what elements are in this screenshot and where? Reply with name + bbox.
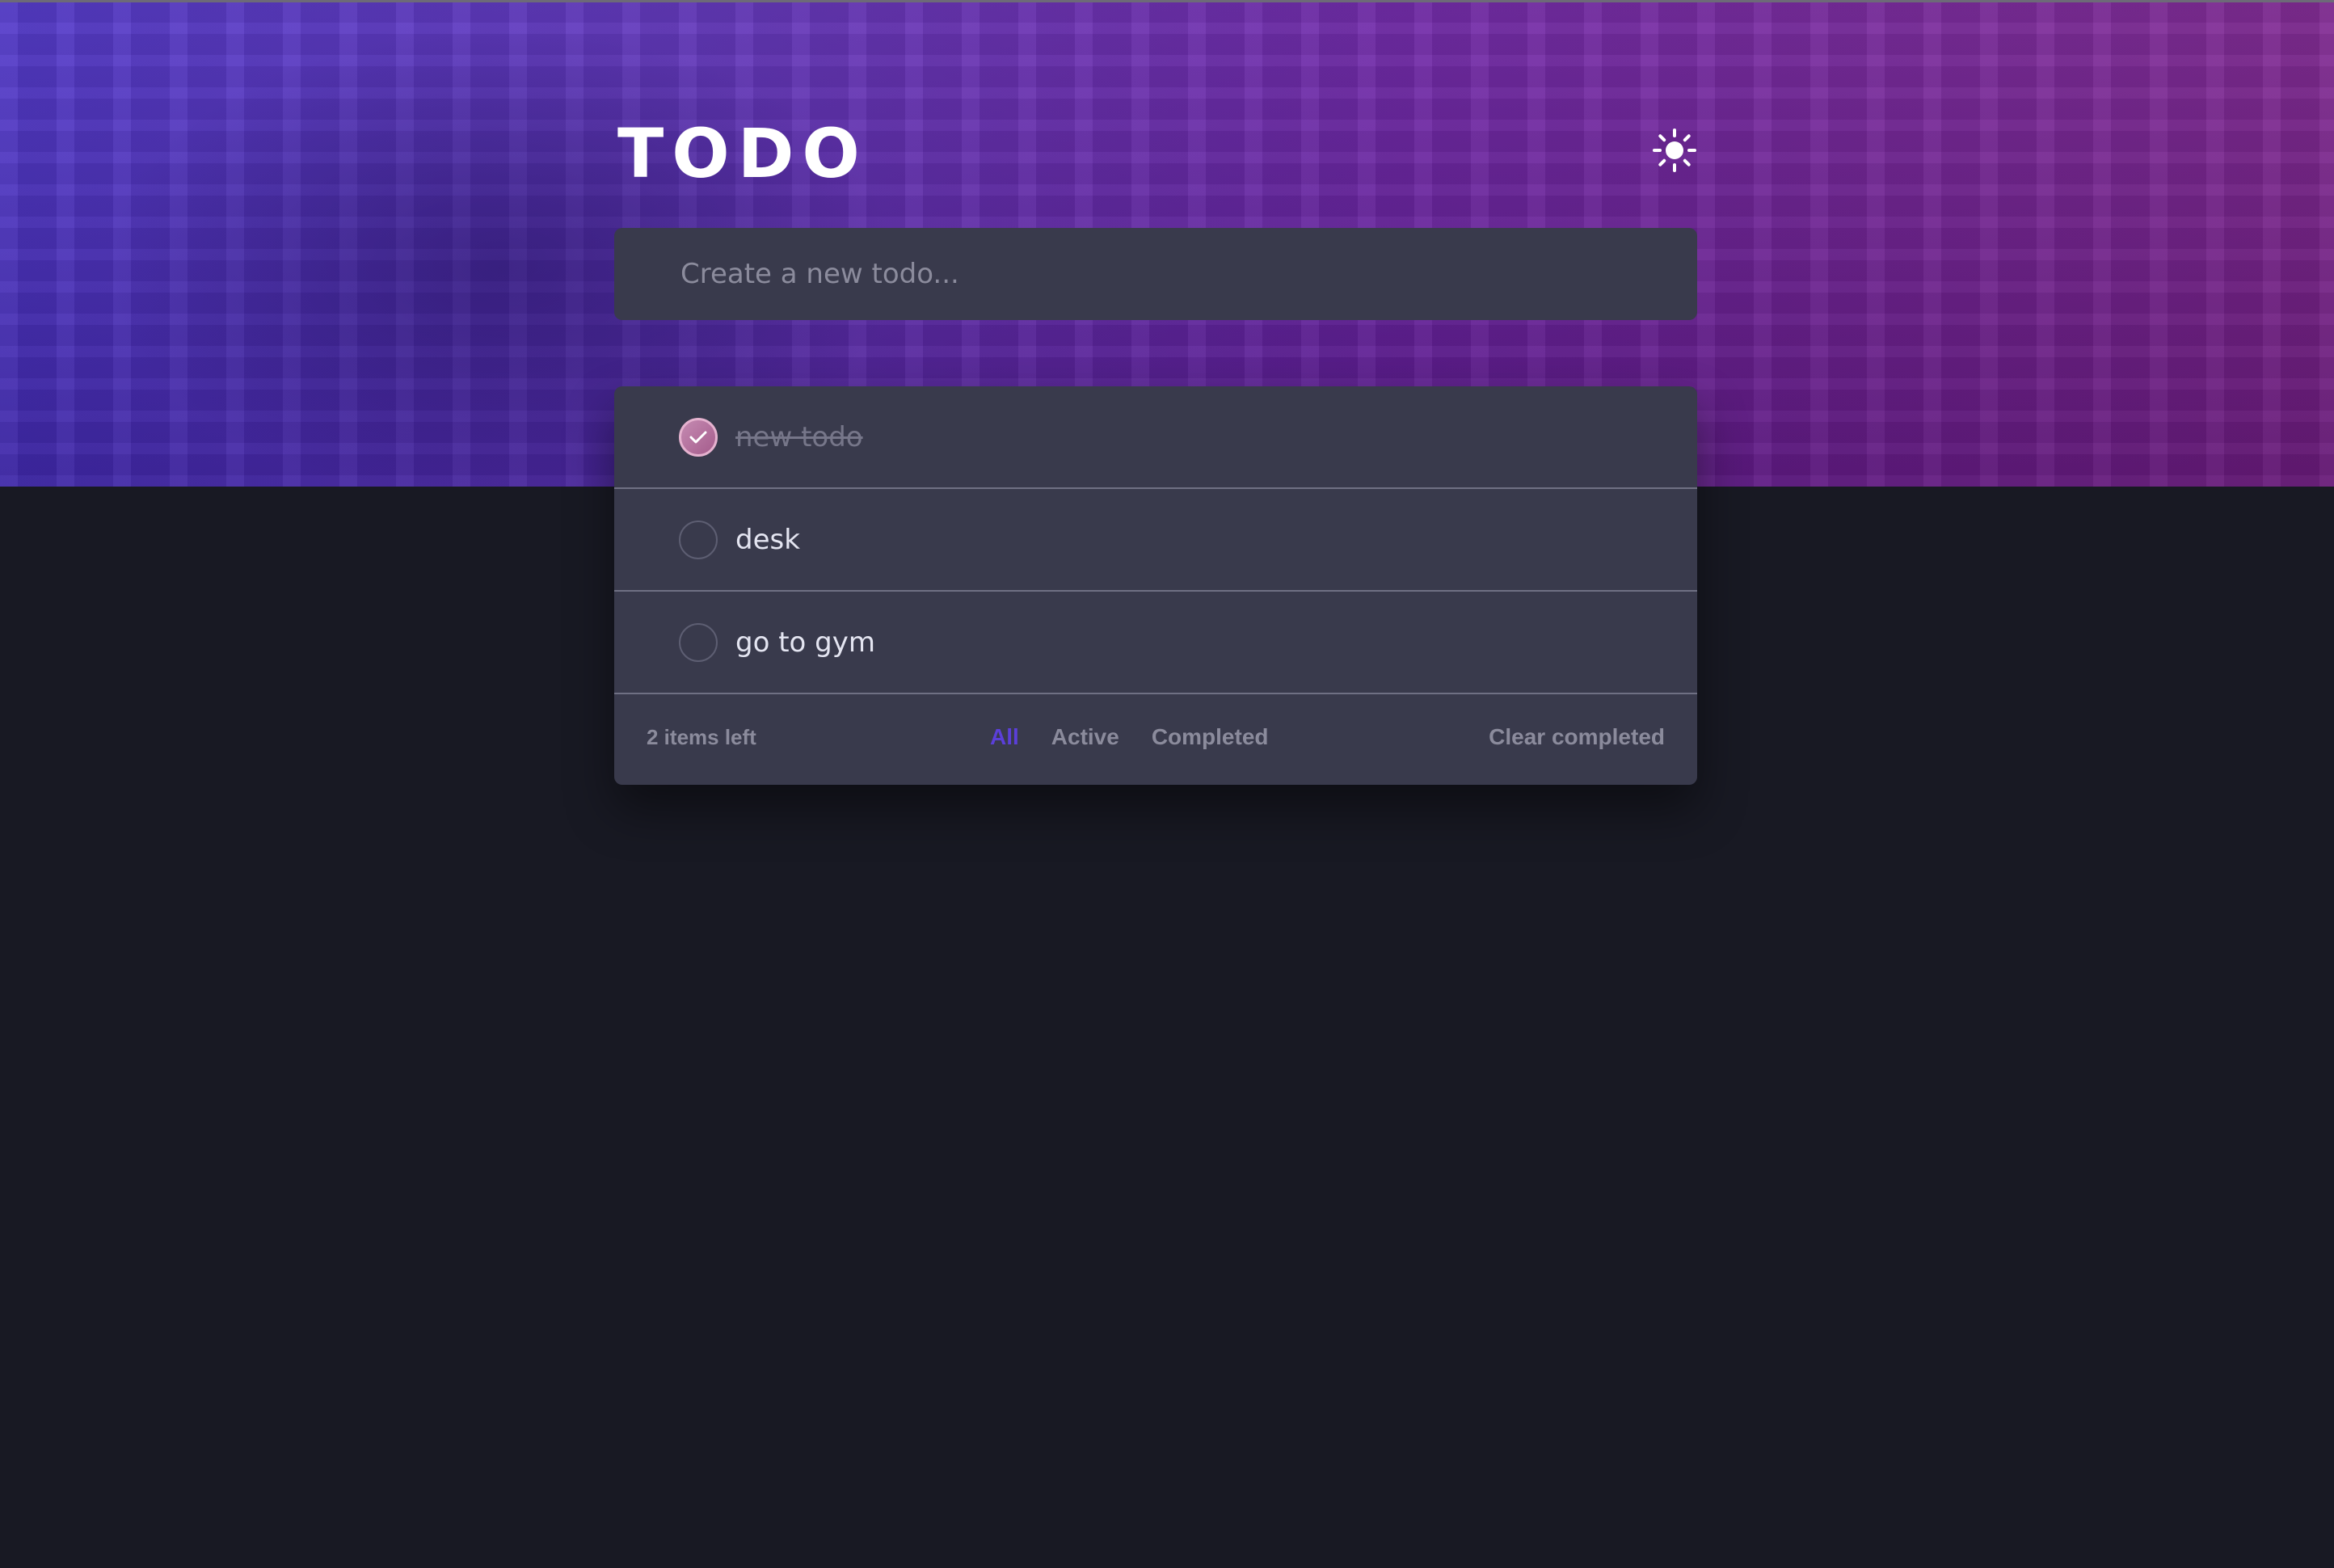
todo-text: go to gym	[735, 626, 875, 659]
clear-completed-button[interactable]: Clear completed	[1489, 724, 1665, 750]
app-title: TODO	[617, 114, 868, 193]
filter-all[interactable]: All	[990, 724, 1019, 750]
items-left-count: 2 items left	[647, 725, 756, 749]
todo-text: new todo	[735, 420, 863, 453]
todo-checkbox[interactable]	[679, 520, 718, 559]
filter-completed[interactable]: Completed	[1152, 724, 1269, 750]
todo-checkbox[interactable]	[679, 622, 718, 662]
todo-item[interactable]: desk	[614, 489, 1697, 592]
filter-tabs: All Active Completed	[990, 724, 1269, 750]
check-icon	[689, 431, 707, 443]
todo-checkbox-checked[interactable]	[679, 417, 718, 457]
todo-footer: 2 items left All Active Completed Clear …	[614, 694, 1697, 785]
todo-text: desk	[735, 523, 800, 556]
todo-item[interactable]: go to gym	[614, 592, 1697, 694]
sun-icon	[1653, 129, 1696, 172]
new-todo-input[interactable]	[679, 257, 1697, 291]
filter-active[interactable]: Active	[1051, 724, 1119, 750]
todo-app: TODO Create a new todo... new todo desk …	[614, 113, 1697, 785]
app-header: TODO	[614, 113, 1697, 218]
new-todo-field[interactable]	[614, 228, 1697, 320]
todo-item[interactable]: new todo	[614, 386, 1697, 489]
todo-list: new todo desk go to gym 2 items left All…	[614, 386, 1697, 785]
theme-toggle-button[interactable]	[1652, 128, 1697, 173]
